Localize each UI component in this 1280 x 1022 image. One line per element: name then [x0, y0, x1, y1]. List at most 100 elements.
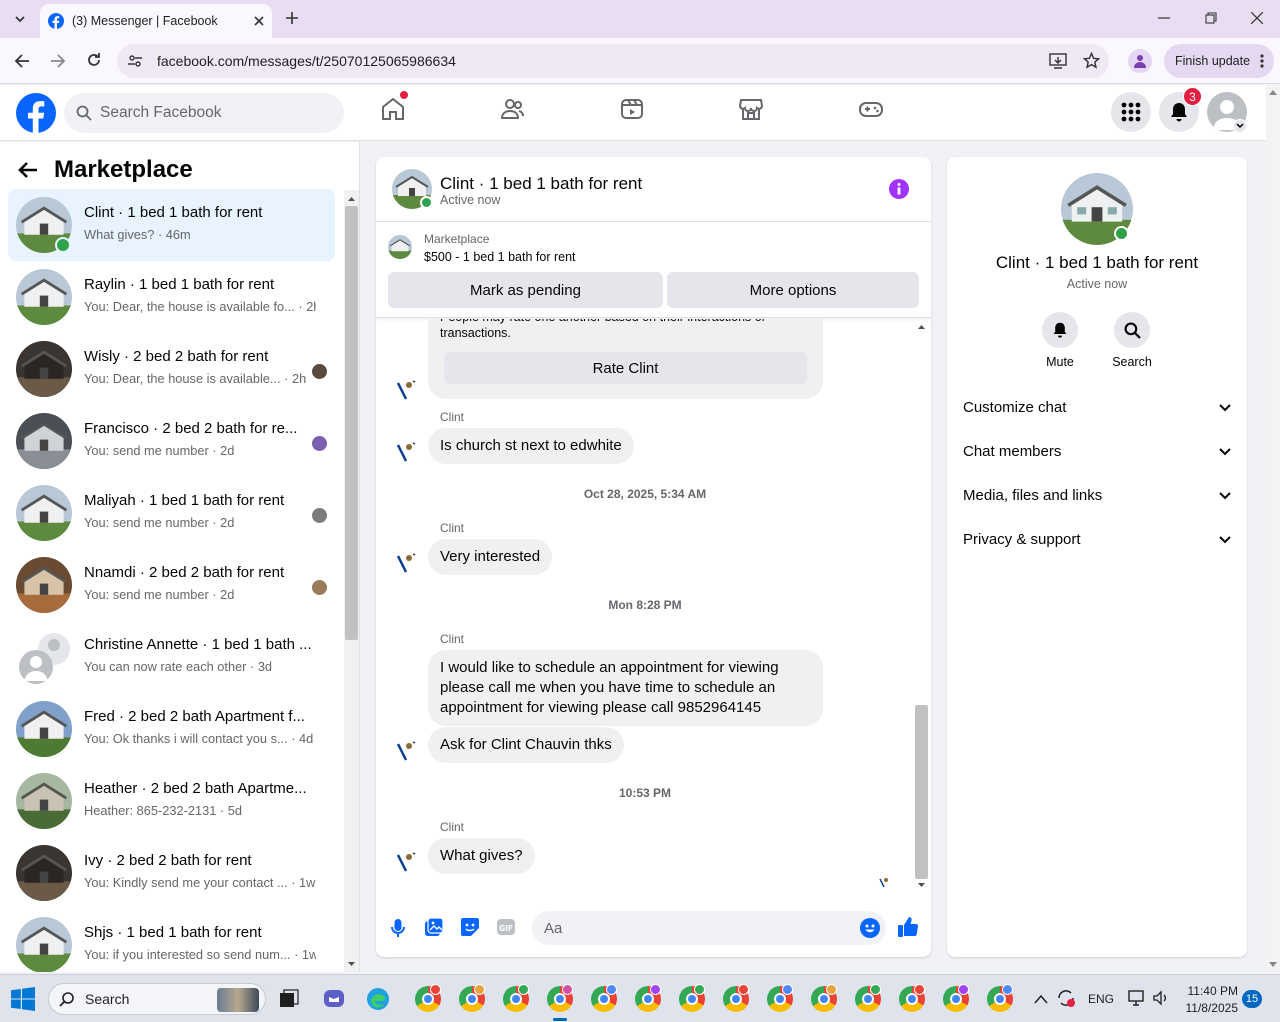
- task-view-icon[interactable]: [279, 989, 299, 1009]
- mute-button[interactable]: Mute: [1040, 312, 1080, 369]
- message-bubble[interactable]: I would like to schedule an appointment …: [428, 650, 823, 726]
- sender-avatar-icon[interactable]: [394, 847, 422, 875]
- thread-scrollbar[interactable]: [914, 319, 929, 891]
- clock-time[interactable]: 11:40 PM: [1178, 984, 1238, 998]
- gaming-icon[interactable]: [858, 96, 884, 122]
- show-hidden-icons[interactable]: [1034, 994, 1048, 1004]
- page-scrollbar[interactable]: [1266, 85, 1280, 974]
- conversation-item[interactable]: Raylin · 1 bed 1 bath for rent You: Dear,…: [8, 261, 335, 333]
- browser-tab[interactable]: (3) Messenger | Facebook: [40, 4, 272, 38]
- scroll-up-icon[interactable]: [348, 196, 355, 201]
- chrome-profile-icon[interactable]: [899, 984, 925, 1012]
- emoji-icon[interactable]: [860, 918, 880, 938]
- scroll-down-icon[interactable]: [348, 962, 355, 967]
- scroll-up-icon[interactable]: [918, 324, 925, 329]
- chrome-profile-icon[interactable]: [767, 984, 793, 1012]
- chrome-profile-icon[interactable]: [547, 984, 573, 1021]
- chrome-profile-icon[interactable]: [679, 984, 705, 1012]
- sidebar-scrollbar[interactable]: [344, 190, 359, 972]
- message-bubble[interactable]: What gives?: [428, 838, 535, 874]
- friends-icon[interactable]: [499, 96, 525, 122]
- close-tab-icon[interactable]: [254, 16, 264, 26]
- gif-icon[interactable]: GIF: [496, 917, 516, 937]
- site-info-icon[interactable]: [127, 53, 143, 69]
- chrome-profile-icon[interactable]: [415, 984, 441, 1012]
- more-options-button[interactable]: More options: [667, 272, 919, 308]
- thumbs-up-icon[interactable]: [897, 916, 919, 938]
- minimize-icon[interactable]: [1158, 17, 1170, 19]
- photo-attach-icon[interactable]: [424, 917, 444, 937]
- customize-chat-section[interactable]: Customize chat: [963, 399, 1231, 416]
- finish-update-button[interactable]: Finish update: [1164, 44, 1274, 78]
- chrome-profile-icon[interactable]: [723, 984, 749, 1012]
- marketplace-icon[interactable]: [738, 96, 764, 122]
- listing-title[interactable]: $500 - 1 bed 1 bath for rent: [424, 250, 576, 264]
- media-files-links-section[interactable]: Media, files and links: [963, 487, 1231, 504]
- bookmark-star-icon[interactable]: [1083, 52, 1100, 69]
- rate-clint-button[interactable]: Rate Clint: [444, 352, 807, 384]
- conversation-item[interactable]: Ivy · 2 bed 2 bath for rent You: Kindly s…: [8, 837, 335, 909]
- video-icon[interactable]: [619, 96, 645, 122]
- scroll-down-icon[interactable]: [1269, 962, 1277, 968]
- microphone-icon[interactable]: [390, 918, 406, 938]
- scroll-up-icon[interactable]: [1269, 89, 1277, 95]
- conversation-item[interactable]: Nnamdi · 2 bed 2 bath for rent You: send …: [8, 549, 335, 621]
- chrome-profile-icon[interactable]: [635, 984, 661, 1012]
- chrome-profile-icon[interactable]: [811, 984, 837, 1012]
- sender-avatar-icon[interactable]: [394, 736, 422, 764]
- listing-thumbnail[interactable]: [388, 235, 412, 259]
- message-input[interactable]: Aa: [532, 911, 886, 945]
- conversation-item[interactable]: Clint · 1 bed 1 bath for rent What gives?…: [8, 189, 335, 261]
- chrome-profile-icon[interactable]: [459, 984, 485, 1012]
- back-icon[interactable]: [14, 53, 30, 69]
- chrome-profile-icon[interactable]: [503, 984, 529, 1012]
- conversation-item[interactable]: Christine Annette · 1 bed 1 bath ... You …: [8, 621, 335, 693]
- network-icon[interactable]: [1128, 990, 1146, 1006]
- sender-avatar-icon[interactable]: [394, 437, 422, 465]
- chrome-profile-icon[interactable]: [987, 984, 1013, 1012]
- install-app-icon[interactable]: [1049, 53, 1067, 69]
- windows-start-icon[interactable]: [11, 987, 35, 1011]
- chrome-profile-icon[interactable]: [855, 984, 881, 1012]
- taskbar-search[interactable]: Search: [48, 983, 266, 1015]
- conversation-item[interactable]: Wisly · 2 bed 2 bath for rent You: Dear, …: [8, 333, 335, 405]
- menu-button[interactable]: [1111, 92, 1151, 132]
- message-bubble[interactable]: Very interested: [428, 539, 553, 575]
- sticker-icon[interactable]: [460, 917, 480, 937]
- scroll-down-icon[interactable]: [918, 883, 925, 888]
- tab-search-button[interactable]: [8, 8, 32, 30]
- sender-avatar-icon[interactable]: [394, 548, 422, 576]
- mute-button-circle[interactable]: [1042, 312, 1078, 348]
- chat-members-section[interactable]: Chat members: [963, 443, 1231, 460]
- facebook-search-input[interactable]: Search Facebook: [64, 93, 344, 133]
- edge-icon[interactable]: [366, 987, 390, 1011]
- sync-status-icon[interactable]: [1056, 988, 1076, 1008]
- notifications-button[interactable]: 3: [1159, 87, 1202, 132]
- forward-icon[interactable]: [50, 53, 66, 69]
- conversation-item[interactable]: Heather · 2 bed 2 bath Apartme... Heather…: [8, 765, 335, 837]
- notification-count-badge[interactable]: 15: [1242, 990, 1262, 1008]
- chrome-profile-icon[interactable]: [591, 984, 617, 1012]
- facebook-logo-icon[interactable]: [16, 93, 56, 133]
- conversation-info-button[interactable]: [889, 179, 909, 199]
- search-button-circle[interactable]: [1114, 312, 1150, 348]
- address-bar[interactable]: facebook.com/messages/t/2507012506598663…: [117, 44, 1109, 78]
- volume-icon[interactable]: [1153, 990, 1169, 1006]
- nav-home[interactable]: [380, 91, 408, 122]
- thread-scroll-thumb[interactable]: [915, 705, 928, 879]
- new-tab-icon[interactable]: [285, 11, 299, 25]
- input-language[interactable]: ENG: [1088, 992, 1114, 1006]
- conversation-item[interactable]: Shjs · 1 bed 1 bath for rent You: if you …: [8, 909, 335, 972]
- message-bubble[interactable]: Is church st next to edwhite: [428, 428, 634, 464]
- conversation-item[interactable]: Fred · 2 bed 2 bath Apartment f... You: O…: [8, 693, 335, 765]
- message-bubble[interactable]: Ask for Clint Chauvin thks: [428, 727, 624, 763]
- chrome-profile-icon[interactable]: [943, 984, 969, 1012]
- chat-title[interactable]: Clint · 1 bed 1 bath for rent: [440, 174, 642, 194]
- clock-date[interactable]: 11/8/2025: [1178, 1001, 1239, 1015]
- back-arrow-icon[interactable]: [18, 161, 38, 179]
- meet-icon[interactable]: [322, 987, 346, 1011]
- restore-icon[interactable]: [1205, 12, 1217, 24]
- mark-as-pending-button[interactable]: Mark as pending: [388, 272, 663, 308]
- conversation-item[interactable]: Francisco · 2 bed 2 bath for re... You: s…: [8, 405, 335, 477]
- conversation-item[interactable]: Maliyah · 1 bed 1 bath for rent You: send…: [8, 477, 335, 549]
